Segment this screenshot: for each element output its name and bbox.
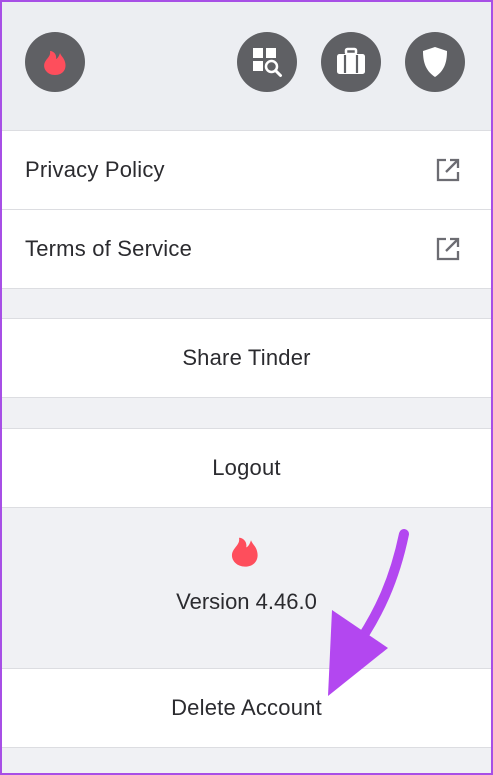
logout-label: Logout [212, 455, 281, 480]
discovery-search-button[interactable] [237, 32, 297, 92]
flame-icon [44, 51, 66, 75]
privacy-policy-row[interactable]: Privacy Policy [2, 130, 491, 210]
terms-of-service-row[interactable]: Terms of Service [2, 209, 491, 289]
passport-button[interactable] [321, 32, 381, 92]
privacy-policy-label: Privacy Policy [25, 157, 165, 182]
version-section: Version 4.46.0 [2, 507, 491, 667]
flame-icon [231, 537, 258, 567]
settings-screen: Privacy Policy Terms of Service Share Ti… [2, 2, 491, 773]
share-tinder-label: Share Tinder [182, 345, 311, 370]
logout-button[interactable]: Logout [2, 428, 491, 508]
terms-of-service-label: Terms of Service [25, 236, 193, 261]
suitcase-icon [337, 47, 365, 74]
delete-account-label: Delete Account [171, 695, 322, 720]
shield-icon [423, 47, 447, 77]
delete-account-button[interactable]: Delete Account [2, 668, 491, 748]
share-tinder-button[interactable]: Share Tinder [2, 318, 491, 398]
external-link-icon [436, 158, 460, 182]
safety-button[interactable] [405, 32, 465, 92]
header-bar [2, 2, 491, 130]
version-label: Version 4.46.0 [176, 589, 317, 614]
external-link-icon [436, 237, 460, 261]
grid-search-icon [253, 48, 282, 77]
tinder-flame-button[interactable] [25, 32, 85, 92]
